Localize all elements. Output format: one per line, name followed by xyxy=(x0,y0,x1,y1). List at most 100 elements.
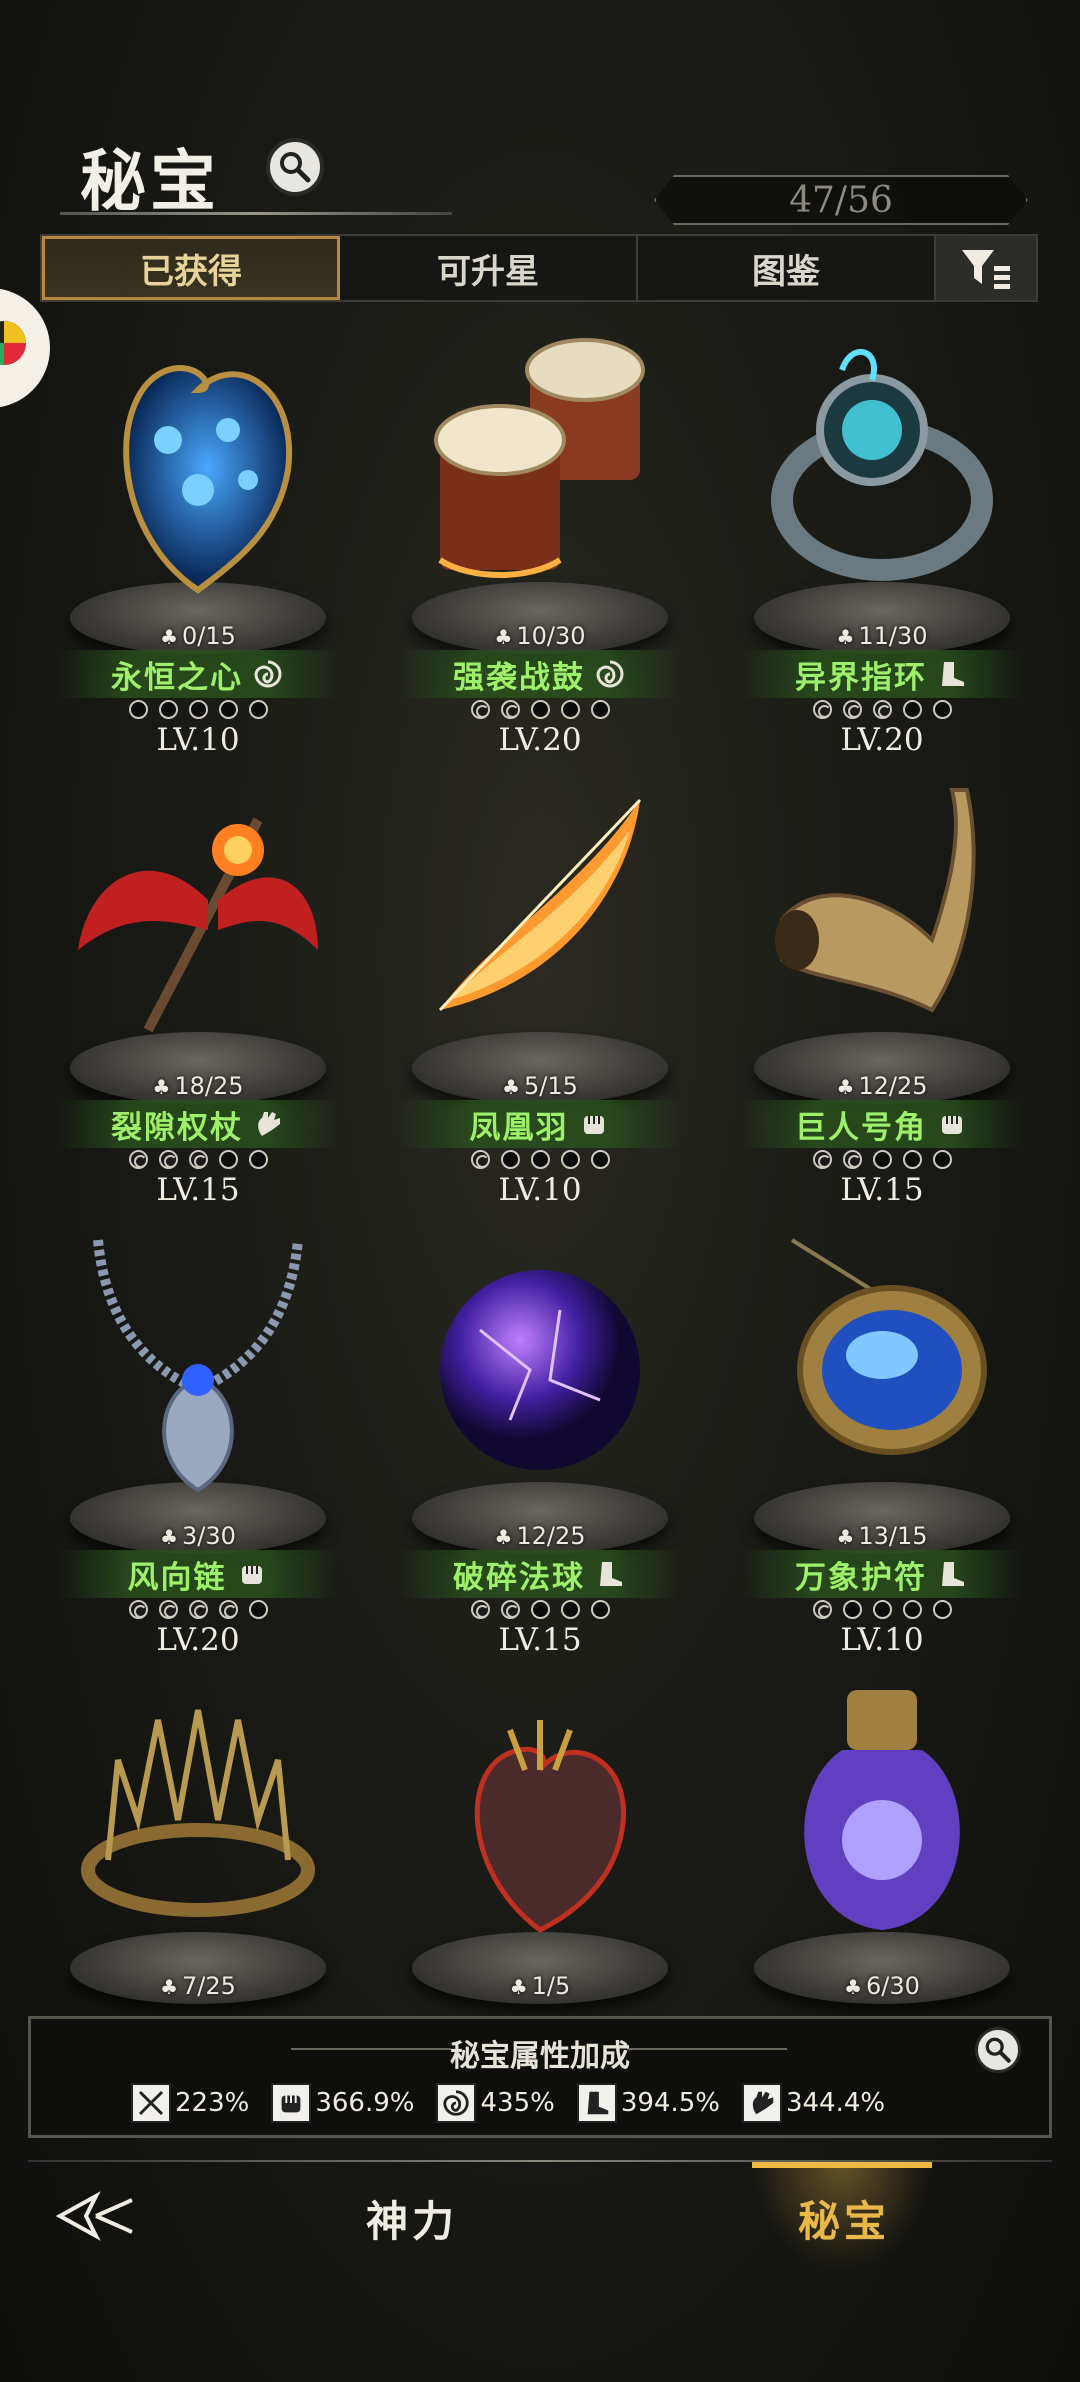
stat-value: 223% xyxy=(175,2088,250,2118)
war-drum-art xyxy=(434,338,645,578)
star-empty xyxy=(902,1150,922,1169)
star-filled xyxy=(842,700,862,719)
star-filled xyxy=(812,700,832,719)
eternal-heart-art xyxy=(123,365,293,594)
boot-icon xyxy=(935,657,969,691)
collection-counter: 47/56 xyxy=(654,175,1028,225)
name-bar: 异界指环 xyxy=(742,650,1022,698)
star-filled xyxy=(500,1600,520,1619)
star-empty xyxy=(560,1600,580,1619)
thorn-crown-art xyxy=(81,1709,315,1917)
treasure-card[interactable]: ♣ 13/15 万象护符 LV.10 xyxy=(712,1220,1052,1658)
title-underline xyxy=(60,212,452,215)
treasure-name: 裂隙权杖 xyxy=(111,1109,243,1146)
star-empty xyxy=(218,1150,238,1169)
thorned-heart-art xyxy=(474,1720,627,1933)
treasure-name: 强袭战鼓 xyxy=(453,659,585,696)
star-empty xyxy=(590,1150,610,1169)
stat-value: 344.4% xyxy=(785,2088,886,2118)
stat-fist: 366.9% xyxy=(271,2083,414,2123)
filter-icon xyxy=(962,250,1010,289)
hand-icon xyxy=(741,2083,782,2123)
fist-icon xyxy=(935,1107,969,1141)
name-bar: 强袭战鼓 xyxy=(400,650,680,698)
treasure-level: LV.15 xyxy=(498,1622,582,1658)
stat-value: 394.5% xyxy=(620,2088,720,2118)
treasure-card[interactable]: ♣ 5/15 凤凰羽 LV.10 xyxy=(370,770,710,1208)
tab-bar: 已获得 可升星 图鉴 xyxy=(40,234,1038,302)
name-bar: 凤凰羽 xyxy=(400,1100,680,1148)
shard-progress: ♣ 6/30 xyxy=(844,1972,920,2000)
treasure-name: 凤凰羽 xyxy=(469,1109,569,1146)
star-empty xyxy=(590,700,610,719)
star-empty xyxy=(248,700,268,719)
back-button[interactable] xyxy=(55,2186,140,2246)
treasure-level: LV.15 xyxy=(156,1172,240,1208)
star-filled xyxy=(158,1600,178,1619)
fist-icon xyxy=(577,1107,611,1141)
shard-progress: ♣ 12/25 xyxy=(836,1072,928,1100)
treasure-level: LV.15 xyxy=(840,1172,924,1208)
bonus-detail-button[interactable] xyxy=(975,2027,1021,2073)
search-icon xyxy=(985,2037,1011,2063)
treasure-name: 异界指环 xyxy=(795,659,927,696)
tab-obtained[interactable]: 已获得 xyxy=(42,236,340,300)
star-empty xyxy=(530,1150,550,1169)
search-button[interactable] xyxy=(266,138,324,196)
bonus-stats: 223% 366.9% 435% 394.5% 344.4% xyxy=(131,2079,885,2127)
treasure-name: 风向链 xyxy=(127,1559,227,1596)
treasure-card[interactable]: ♣ 10/30 强袭战鼓 LV.20 xyxy=(370,320,710,758)
stat-value: 435% xyxy=(480,2088,555,2118)
stat-hand: 344.4% xyxy=(741,2083,886,2123)
shattered-orb-art xyxy=(440,1270,640,1470)
treasure-card[interactable]: ♣ 3/30 风向链 LV.20 xyxy=(28,1220,368,1658)
star-filled xyxy=(128,1600,148,1619)
nav-divine-power[interactable]: 神力 xyxy=(366,2188,458,2249)
treasure-card[interactable]: ♣ 0/15 永恒之心 LV.10 xyxy=(28,320,368,758)
star-empty xyxy=(842,1600,862,1619)
search-icon xyxy=(280,152,311,183)
giant-horn-art xyxy=(775,788,976,1013)
star-filled xyxy=(812,1600,832,1619)
name-bar: 破碎法球 xyxy=(400,1550,680,1598)
tab-upgradable[interactable]: 可升星 xyxy=(340,236,638,300)
treasure-name: 巨人号角 xyxy=(795,1109,927,1146)
active-indicator xyxy=(752,2162,932,2168)
star-empty xyxy=(932,1150,952,1169)
treasure-level: LV.10 xyxy=(498,1172,582,1208)
star-rating xyxy=(28,1600,368,1620)
star-empty xyxy=(530,1600,550,1619)
star-filled xyxy=(218,1600,238,1619)
name-bar: 巨人号角 xyxy=(742,1100,1022,1148)
stat-sword: 223% xyxy=(131,2083,249,2123)
treasure-card[interactable]: ♣ 12/25 巨人号角 LV.15 xyxy=(712,770,1052,1208)
star-empty xyxy=(560,700,580,719)
boot-icon xyxy=(593,1557,627,1591)
star-empty xyxy=(218,700,238,719)
tab-codex[interactable]: 图鉴 xyxy=(638,236,936,300)
star-rating xyxy=(712,700,1052,720)
star-filled xyxy=(470,700,490,719)
nav-treasure[interactable]: 秘宝 xyxy=(798,2188,890,2249)
star-filled xyxy=(188,1600,208,1619)
attribute-bonus-panel: 秘宝属性加成 223% 366.9% 435% 394.5% 344.4% xyxy=(28,2016,1052,2138)
treasure-card[interactable]: ♣ 18/25 裂隙权杖 LV.15 xyxy=(28,770,368,1208)
filter-button[interactable] xyxy=(936,236,1036,300)
treasure-card[interactable]: ♣ 11/30 异界指环 LV.20 xyxy=(712,320,1052,758)
star-rating xyxy=(28,1150,368,1170)
name-bar: 永恒之心 xyxy=(58,650,338,698)
star-empty xyxy=(872,1600,892,1619)
star-empty xyxy=(188,700,208,719)
shard-progress: ♣ 1/5 xyxy=(509,1972,571,2000)
star-empty xyxy=(902,700,922,719)
wind-chain-art xyxy=(93,1239,303,1493)
shard-progress: ♣ 12/25 xyxy=(494,1522,586,1550)
star-empty xyxy=(530,700,550,719)
rift-scepter-art xyxy=(78,817,318,1033)
shard-progress: ♣ 3/30 xyxy=(160,1522,236,1550)
treasure-name: 永恒之心 xyxy=(111,659,243,696)
back-arrow-icon xyxy=(55,2191,133,2241)
bottom-nav: 神力 秘宝 xyxy=(0,2162,1080,2382)
otherworld-ring-art xyxy=(771,348,993,581)
treasure-card[interactable]: ♣ 12/25 破碎法球 LV.15 xyxy=(370,1220,710,1658)
